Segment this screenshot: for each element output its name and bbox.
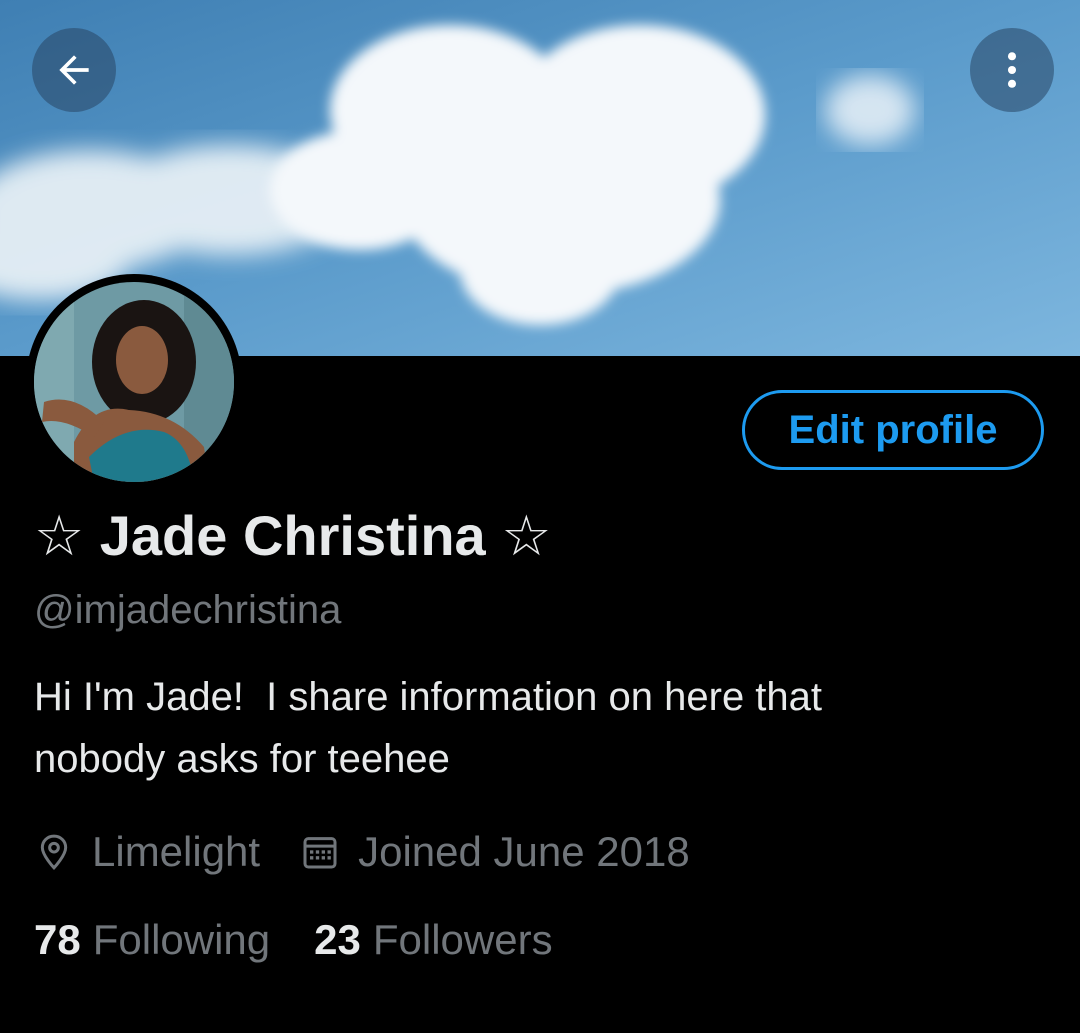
more-vertical-icon [1007, 52, 1017, 88]
follow-stats: 78 Following 23 Followers [34, 910, 553, 970]
followers-label: Followers [372, 916, 553, 963]
bio: Hi I'm Jade! I share information on here… [34, 666, 1034, 790]
back-button[interactable] [32, 28, 116, 112]
location-pin-icon [40, 834, 68, 871]
location: Limelight [34, 828, 260, 876]
followers-count: 23 [314, 916, 361, 963]
edit-profile-button[interactable]: Edit profile [742, 390, 1044, 470]
joined-text: Joined June 2018 [358, 828, 690, 875]
avatar[interactable] [26, 274, 242, 490]
arrow-left-icon [59, 55, 89, 85]
avatar-image [34, 282, 234, 482]
join-date: Joined June 2018 [300, 828, 690, 876]
bio-line-2: nobody asks for teehee [34, 737, 450, 781]
following-link[interactable]: 78 Following [34, 916, 270, 964]
display-name: ☆ Jade Christina ☆ [34, 504, 552, 567]
following-label: Following [92, 916, 271, 963]
bio-line-1: Hi I'm Jade! I share information on here… [34, 675, 823, 719]
username-handle: @imjadechristina [34, 588, 342, 632]
edit-profile-label: Edit profile [788, 407, 998, 452]
following-count: 78 [34, 916, 81, 963]
location-text: Limelight [92, 828, 261, 875]
profile-meta: Limelight Joined June 2018 [34, 822, 690, 882]
followers-link[interactable]: 23 Followers [314, 916, 552, 964]
profile-page: Edit profile ☆ Jade Christina ☆ @imjadec… [0, 0, 1080, 1033]
calendar-icon [303, 837, 337, 869]
more-options-button[interactable] [970, 28, 1054, 112]
